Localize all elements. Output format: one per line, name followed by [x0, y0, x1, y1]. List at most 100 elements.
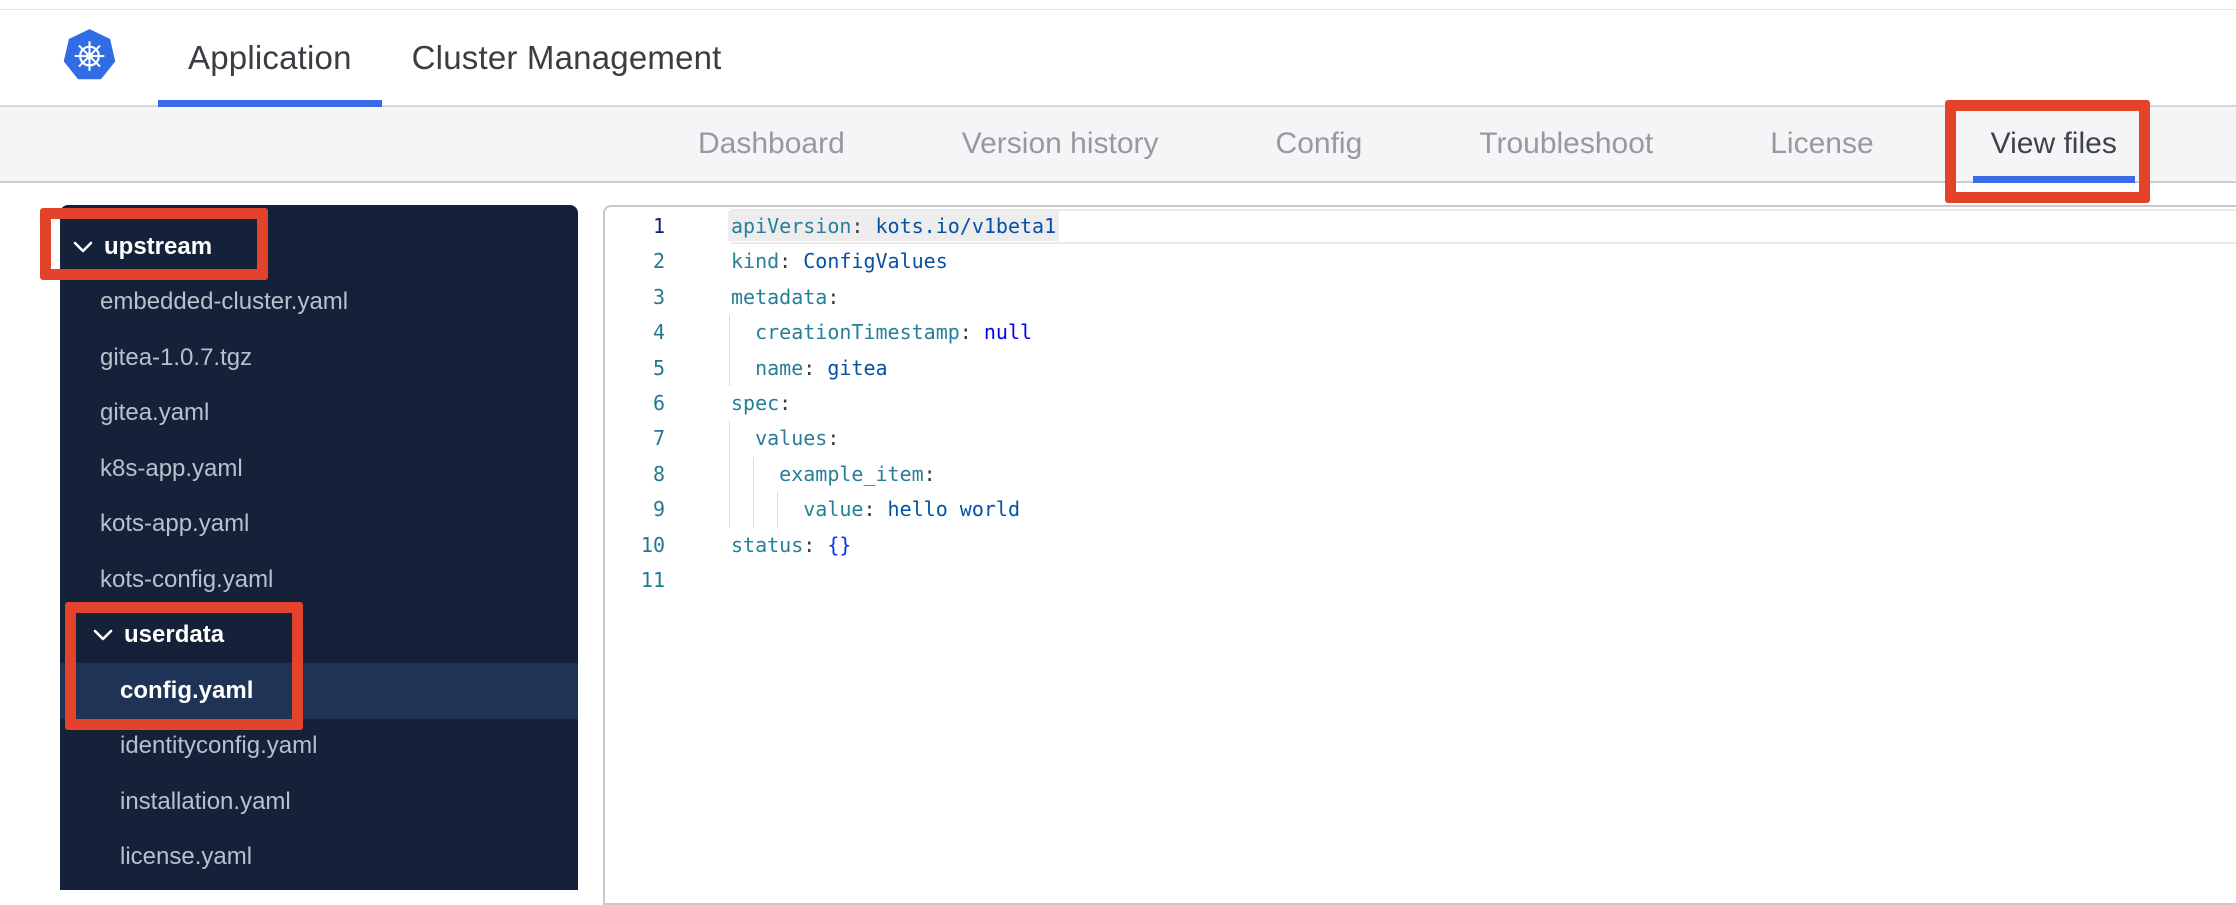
indent-guide [777, 492, 779, 528]
tab-troubleshoot[interactable]: Troubleshoot [1461, 107, 1671, 181]
code-token: kots.io/v1beta1 [875, 214, 1057, 238]
code-line: 8 example_item: [605, 456, 2236, 493]
code-token: : [863, 497, 888, 522]
code-line: 4 creationTimestamp: null [605, 315, 2236, 351]
indent-guide [729, 421, 730, 457]
active-tab-underline [158, 100, 382, 107]
code-token: kind [731, 249, 780, 274]
tree-file-gitea-tgz[interactable]: gitea-1.0.7.tgz [60, 330, 578, 386]
code-text: name: gitea [729, 350, 888, 386]
code-token: : [851, 214, 876, 238]
tab-version-history-label: Version history [961, 127, 1159, 160]
tab-version-history[interactable]: Version history [944, 107, 1177, 181]
kubernetes-logo-icon [63, 29, 116, 80]
code-text: metadata: [731, 280, 839, 315]
indent-guide [753, 492, 755, 528]
code-token: values [731, 426, 828, 451]
tree-file-config-yaml-selected[interactable]: config.yaml [60, 663, 578, 719]
code-text: spec: [731, 386, 791, 421]
code-token: : [779, 390, 792, 415]
tab-cluster-management[interactable]: Cluster Management [382, 10, 752, 105]
code-text: creationTimestamp: null [729, 315, 1032, 351]
code-token: : [923, 461, 936, 486]
code-line: 9 value: hello world [605, 492, 2236, 528]
tab-view-files[interactable]: View files [1972, 107, 2135, 183]
tree-file-label: config.yaml [120, 676, 254, 704]
tree-file-k8s-app[interactable]: k8s-app.yaml [60, 441, 578, 497]
code-token: : [827, 284, 840, 309]
tree-file-label: identityconfig.yaml [120, 732, 318, 760]
tab-license-label: License [1770, 127, 1874, 160]
code-token: apiVersion [731, 214, 852, 238]
line-number: 4 [652, 320, 665, 345]
code-line: 5 name: gitea [605, 350, 2236, 386]
tree-file-installation[interactable]: installation.yaml [60, 774, 578, 830]
code-token: : [827, 426, 840, 451]
tab-application-label: Application [188, 38, 352, 76]
tree-folder-userdata[interactable]: userdata [60, 608, 578, 664]
code-line: 11 [605, 563, 2236, 598]
tree-file-label: embedded-cluster.yaml [100, 288, 349, 316]
code-token: ConfigValues [803, 249, 948, 274]
tree-file-identityconfig[interactable]: identityconfig.yaml [60, 719, 578, 775]
tab-config-label: Config [1275, 127, 1363, 160]
tree-folder-label: userdata [124, 621, 225, 649]
line-number: 8 [652, 461, 665, 486]
app-header: Application Cluster Management [0, 10, 2236, 107]
code-line: 1 apiVersion: kots.io/v1beta1 [605, 209, 2236, 245]
line-number: 9 [652, 497, 665, 522]
line-number: 3 [652, 284, 665, 309]
tab-license[interactable]: License [1752, 107, 1891, 181]
tree-file-label: gitea-1.0.7.tgz [100, 343, 253, 371]
tab-dashboard-label: Dashboard [698, 127, 845, 160]
tree-file-kots-app[interactable]: kots-app.yaml [60, 497, 578, 553]
code-token: example_item [731, 461, 924, 486]
tree-file-label: installation.yaml [120, 787, 291, 815]
code-line: 3 metadata: [605, 280, 2236, 315]
tree-file-label: k8s-app.yaml [100, 454, 243, 482]
line-number: 2 [652, 249, 665, 274]
code-token: metadata [731, 284, 828, 309]
code-text: kind: ConfigValues [731, 244, 948, 279]
code-token: : [803, 532, 828, 557]
line-number: 7 [652, 426, 665, 451]
tab-application[interactable]: Application [158, 10, 382, 107]
code-text: apiVersion: kots.io/v1beta1 [731, 209, 1057, 244]
code-text: value: hello world [729, 492, 1020, 528]
tree-file-embedded-cluster[interactable]: embedded-cluster.yaml [60, 275, 578, 331]
code-editor[interactable]: 1 apiVersion: kots.io/v1beta1 2 kind: Co… [603, 205, 2236, 905]
tab-config[interactable]: Config [1258, 107, 1381, 181]
tree-folder-label: upstream [104, 232, 213, 260]
chevron-down-icon[interactable] [73, 241, 93, 253]
indent-guide [753, 456, 755, 493]
line-number: 11 [640, 567, 665, 592]
active-tab-underline [1972, 176, 2135, 183]
code-line: 10 status: {} [605, 528, 2236, 563]
code-token: : [779, 249, 804, 274]
code-text: values: [729, 421, 840, 457]
code-token: status [731, 532, 804, 557]
code-token: gitea [827, 355, 888, 380]
line-number: 10 [640, 532, 665, 557]
tree-file-gitea-yaml[interactable]: gitea.yaml [60, 386, 578, 442]
tab-view-files-label: View files [1990, 127, 2117, 160]
tab-dashboard[interactable]: Dashboard [680, 107, 863, 181]
tree-file-kots-config[interactable]: kots-config.yaml [60, 552, 578, 608]
code-text: status: {} [731, 528, 851, 563]
file-tree-sidebar: upstream embedded-cluster.yaml gitea-1.0… [60, 205, 578, 890]
tree-folder-upstream[interactable]: upstream [60, 219, 578, 275]
chevron-down-icon[interactable] [93, 629, 113, 641]
line-number: 5 [652, 355, 665, 380]
code-token: creationTimestamp [731, 320, 960, 345]
tree-file-license[interactable]: license.yaml [60, 830, 578, 886]
code-token: value [731, 497, 864, 522]
code-line: 2 kind: ConfigValues [605, 244, 2236, 279]
line-number: 6 [652, 390, 665, 415]
code-token: spec [731, 390, 780, 415]
tab-troubleshoot-label: Troubleshoot [1479, 127, 1654, 160]
code-token: {} [827, 532, 852, 557]
tree-file-label: license.yaml [120, 843, 253, 871]
code-text: example_item: [729, 456, 936, 493]
tab-cluster-management-label: Cluster Management [411, 38, 722, 76]
indent-guide [729, 456, 730, 493]
